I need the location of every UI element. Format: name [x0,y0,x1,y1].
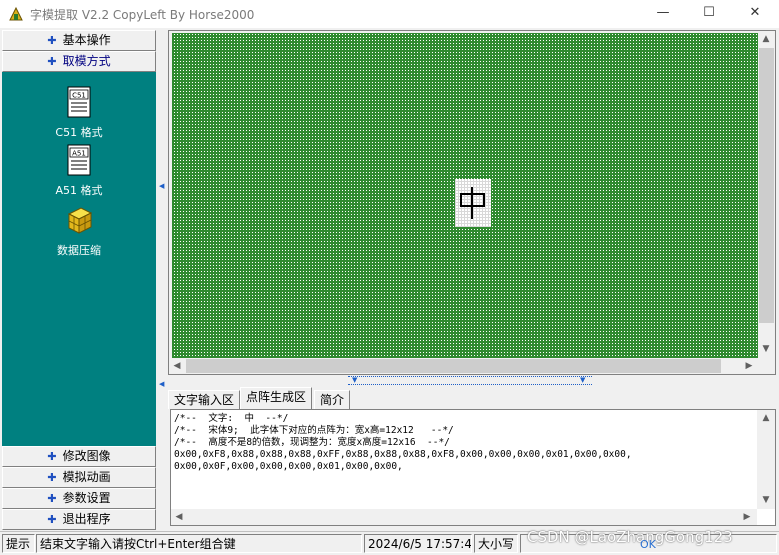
scroll-down-arrow-icon[interactable]: ▼ [758,341,774,357]
horizontal-scroll-thumb[interactable] [186,359,721,373]
output-horizontal-scrollbar[interactable]: ◀ ▶ [171,509,757,525]
nav-label: 取模方式 [62,54,111,68]
status-datetime: 2024/6/5 17:57:40 [364,534,472,553]
output-line: /*-- 文字: 中 --*/ [174,413,289,424]
vertical-scroll-thumb[interactable] [759,48,774,323]
minimize-button[interactable]: — [640,0,686,28]
tool-label: C51 格式 [55,126,103,139]
tool-panel: C51 C51 格式 A51 A51 格式 数据压缩 [2,72,156,446]
output-vertical-scrollbar[interactable]: ▲ ▼ [757,410,775,509]
status-hint-text: 结束文字输入请按Ctrl+Enter组合键 [36,534,362,553]
editor-horizontal-scrollbar[interactable]: ◀ ▶ [169,358,758,374]
character-glyph [460,187,485,219]
tab-dot-matrix-output[interactable]: 点阵生成区 [240,387,313,409]
nav-font-mode[interactable]: ✚ 取模方式 [2,51,156,72]
window-title: 字模提取 V2.2 CopyLeft By Horse2000 [30,8,255,22]
star-icon: ✚ [47,471,57,484]
nav-exit-program[interactable]: ✚ 退出程序 [2,509,156,530]
output-line: 0x00,0xF8,0x88,0x88,0x88,0xFF,0x88,0x88,… [174,449,632,460]
svg-text:C51: C51 [72,92,86,100]
output-line: /*-- 高度不是8的倍数，现调整为：宽度x高度=12x16 --*/ [174,437,450,448]
dot-matrix-editor: 中 ▲ ▼ ◀ ▶ [168,30,776,375]
status-caps-mode: 大小写 [474,534,518,553]
nav-parameter-settings[interactable]: ✚ 参数设置 [2,488,156,509]
splitter-down-arrow-icon[interactable]: ▼ [580,376,585,385]
watermark-text: CSDN @LaoZhangGong123 [527,528,733,546]
character-cell[interactable]: 中 [455,179,491,227]
close-button[interactable]: ✕ [732,0,778,28]
output-line: /*-- 宋体9; 此字体下对应的点阵为：宽x高=12x12 --*/ [174,425,454,436]
nav-label: 修改图像 [62,449,111,463]
star-icon: ✚ [47,492,57,505]
scroll-left-arrow-icon[interactable]: ◀ [169,358,185,374]
tool-label: A51 格式 [55,184,103,197]
splitter-left-arrow-icon[interactable]: ◀ [159,182,165,190]
compress-cube-icon [67,207,93,234]
splitter-down-arrow-icon[interactable]: ▼ [352,376,357,385]
nav-label: 退出程序 [62,512,111,526]
scroll-right-arrow-icon[interactable]: ▶ [741,358,757,374]
output-content[interactable]: /*-- 文字: 中 --*//*-- 宋体9; 此字体下对应的点阵为：宽x高=… [174,413,754,473]
a51-format-tool[interactable]: A51 A51 格式 [2,144,156,198]
status-ok: OK [640,538,656,551]
scroll-down-arrow-icon[interactable]: ▼ [758,492,774,508]
nav-label: 参数设置 [62,491,111,505]
scroll-left-arrow-icon[interactable]: ◀ [171,509,187,525]
tab-introduction[interactable]: 简介 [314,390,351,409]
status-hint-label: 提示 [2,534,35,553]
splitter-left-arrow-icon[interactable]: ◀ [159,380,165,388]
scroll-up-arrow-icon[interactable]: ▲ [758,410,774,426]
horizontal-splitter[interactable]: ▼ ▼ [348,376,592,385]
app-icon [9,6,23,21]
nav-basic-operations[interactable]: ✚ 基本操作 [2,30,156,51]
a51-document-icon: A51 [67,144,91,176]
output-textarea[interactable]: /*-- 文字: 中 --*//*-- 宋体9; 此字体下对应的点阵为：宽x高=… [170,409,776,526]
nav-simulate-animation[interactable]: ✚ 模拟动画 [2,467,156,488]
star-icon: ✚ [47,513,57,526]
editor-vertical-scrollbar[interactable]: ▲ ▼ [758,31,775,358]
left-panel: ✚ 基本操作 ✚ 取模方式 C51 C51 格式 A51 A51 格式 数据压缩… [2,30,156,530]
c51-document-icon: C51 [67,86,91,118]
star-icon: ✚ [47,55,57,68]
star-icon: ✚ [47,450,57,463]
pixel-grid[interactable]: 中 [172,33,758,358]
scroll-right-arrow-icon[interactable]: ▶ [739,509,755,525]
star-icon: ✚ [47,34,57,47]
svg-text:A51: A51 [72,150,86,158]
tool-label: 数据压缩 [57,244,101,257]
c51-format-tool[interactable]: C51 C51 格式 [2,86,156,140]
nav-label: 基本操作 [62,33,111,47]
maximize-button[interactable]: ☐ [686,0,732,28]
scroll-up-arrow-icon[interactable]: ▲ [758,31,774,47]
vertical-splitter[interactable]: ◀ ◀ [157,30,167,530]
tab-text-input[interactable]: 文字输入区 [168,390,241,409]
title-bar: 字模提取 V2.2 CopyLeft By Horse2000 — ☐ ✕ [0,0,779,28]
data-compress-tool[interactable]: 数据压缩 [2,204,156,258]
nav-modify-image[interactable]: ✚ 修改图像 [2,446,156,467]
nav-label: 模拟动画 [62,470,111,484]
output-line: 0x00,0x0F,0x00,0x00,0x00,0x01,0x00,0x00, [174,461,403,472]
tab-bar: 文字输入区 点阵生成区 简介 [168,387,776,409]
